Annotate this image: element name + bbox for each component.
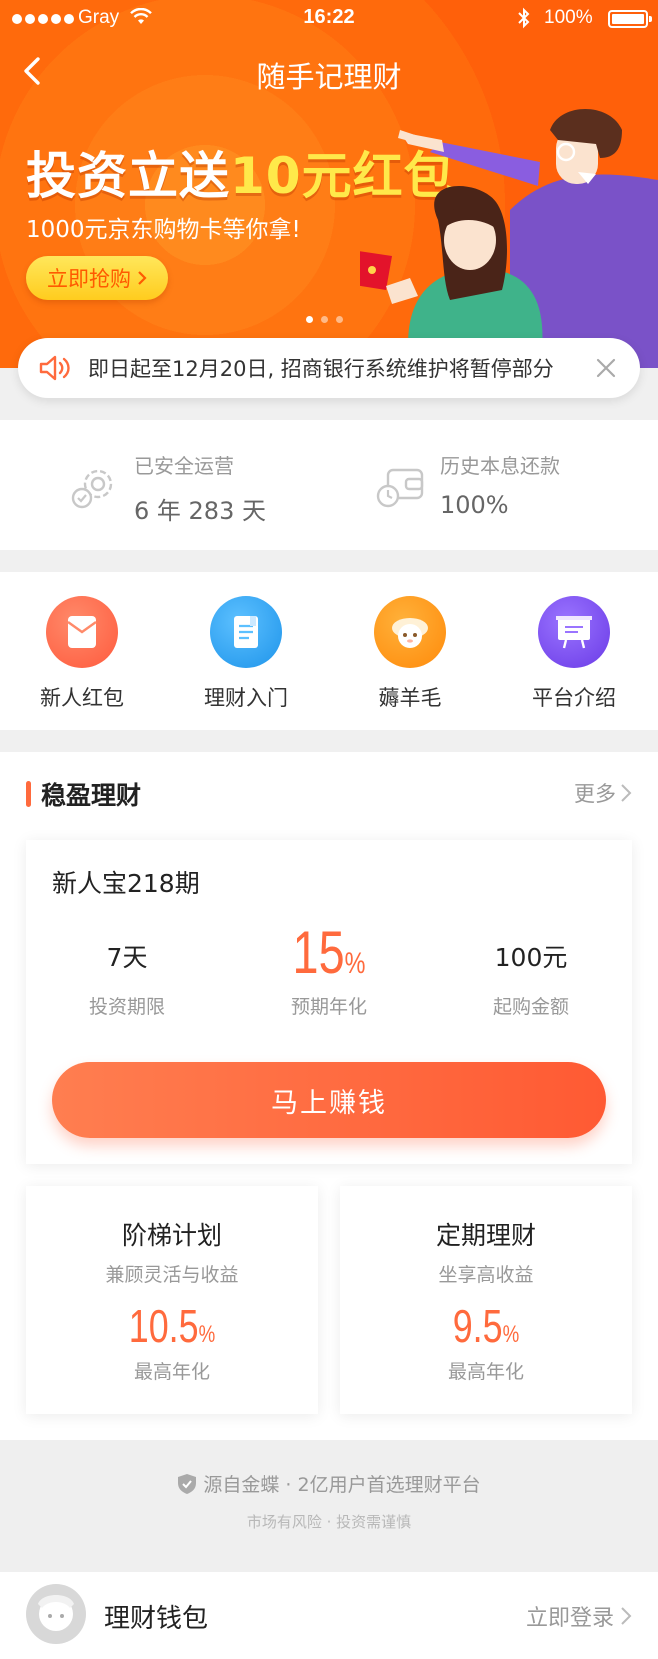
chevron-right-icon: [621, 1607, 632, 1625]
stat-value: 6 年 283 天: [134, 497, 266, 525]
sheep-icon: [374, 596, 446, 668]
origin-line: 源自金蝶 · 2亿用户首选理财平台: [0, 1470, 658, 1497]
status-bar: Gray 16:22 100%: [0, 0, 658, 36]
risk-disclaimer: 市场有风险 · 投资需谨慎: [246, 1513, 412, 1531]
product-subtitle: 兼顾灵活与收益: [105, 1264, 239, 1286]
entry-finance-intro[interactable]: 理财入门: [164, 596, 328, 712]
min-amount-label: 起购金额: [492, 996, 569, 1018]
product-title: 阶梯计划: [121, 1221, 222, 1250]
stat-value: 100%: [440, 491, 509, 519]
wallet-bar[interactable]: 理财钱包 立即登录: [0, 1572, 658, 1659]
carousel-dot[interactable]: [336, 316, 343, 323]
product-rate: 10.5%: [58, 1301, 286, 1351]
rate-column: 15% 预期年化: [228, 920, 430, 1019]
promo-headline-text: 投资立送: [26, 147, 230, 205]
earn-now-button[interactable]: 马上赚钱: [52, 1062, 606, 1138]
origin-text: 源自金蝶 · 2亿用户首选理财平台: [203, 1474, 481, 1496]
min-amount-column: 100元 起购金额: [430, 920, 632, 1019]
stat-repayment: 历史本息还款 100%: [376, 450, 560, 519]
notice-bar[interactable]: 即日起至12月20日, 招商银行系统维护将暂停部分: [18, 338, 640, 398]
red-envelope-icon: [46, 596, 118, 668]
page-title: 随手记理财: [256, 60, 402, 94]
rate-label: 预期年化: [290, 996, 367, 1018]
product-subtitle: 坐享高收益: [438, 1264, 534, 1286]
more-link[interactable]: 更多: [574, 778, 632, 808]
rate-number: 10.5: [128, 1300, 199, 1352]
document-icon: [210, 596, 282, 668]
product-title: 定期理财: [435, 1221, 536, 1250]
product-rate-label: 最高年化: [133, 1361, 210, 1383]
footer-info: 源自金蝶 · 2亿用户首选理财平台 市场有风险 · 投资需谨慎: [0, 1440, 658, 1572]
term-label: 投资期限: [88, 996, 165, 1018]
rate-number: 9.5: [452, 1300, 503, 1352]
shield-check-icon: [178, 1473, 197, 1494]
promo-subtitle: 1000元京东购物卡等你拿!: [26, 217, 301, 243]
presentation-board-icon: [538, 596, 610, 668]
banner-illustration: [360, 109, 658, 368]
stat-label: 已安全运营: [134, 454, 234, 478]
battery-percent: 100%: [544, 7, 593, 28]
entry-label: 薅羊毛: [378, 686, 442, 710]
notice-text: 即日起至12月20日, 招商银行系统维护将暂停部分: [88, 357, 554, 381]
rate-unit: %: [344, 947, 366, 980]
battery-icon: [608, 10, 652, 28]
term-column: 7天 投资期限: [26, 920, 228, 1019]
wenying-section: 稳盈理财 更多 新人宝218期 7天 投资期限 15% 预期年化 100元 起购…: [0, 752, 658, 1440]
entry-label: 新人红包: [40, 686, 124, 710]
rate-unit: %: [198, 1321, 216, 1348]
entry-label: 平台介绍: [532, 686, 616, 710]
speaker-icon: [39, 355, 70, 381]
product-rate-label: 最高年化: [447, 1361, 524, 1383]
hero-banner[interactable]: Gray 16:22 100% 随手记理财 投资立送10元红包 1000元京东购…: [0, 0, 658, 368]
close-icon[interactable]: [594, 356, 618, 380]
entry-platform-intro[interactable]: 平台介绍: [492, 596, 656, 712]
wallet-title: 理财钱包: [104, 1604, 209, 1634]
carousel-dot[interactable]: [306, 316, 313, 323]
quick-entries: 新人红包 理财入门 薅羊毛 平台介绍: [0, 572, 658, 730]
buy-now-label: 立即抢购: [47, 267, 131, 291]
section-title: 稳盈理财: [41, 781, 142, 810]
carousel-dot[interactable]: [321, 316, 328, 323]
product-card-fixed[interactable]: 定期理财 坐享高收益 9.5% 最高年化: [340, 1186, 632, 1414]
login-label: 立即登录: [525, 1606, 614, 1631]
platform-stats: 已安全运营 6 年 283 天 历史本息还款 100%: [0, 420, 658, 550]
more-label: 更多: [574, 782, 616, 806]
section-header: 稳盈理财: [26, 776, 141, 812]
term-value: 7天: [106, 943, 148, 972]
entry-newbie-redpacket[interactable]: 新人红包: [0, 596, 164, 712]
wallet-clock-icon: [376, 468, 424, 508]
rate-value: 15%: [250, 920, 408, 986]
rate-unit: %: [502, 1321, 520, 1348]
chevron-right-icon: [138, 271, 147, 285]
rate-number: 15: [292, 919, 345, 986]
featured-product-card[interactable]: 新人宝218期 7天 投资期限 15% 预期年化 100元 起购金额 马上赚钱: [26, 840, 632, 1164]
buy-now-button[interactable]: 立即抢购: [26, 256, 168, 300]
product-name: 新人宝218期: [52, 869, 200, 898]
login-link[interactable]: 立即登录: [526, 1600, 632, 1632]
stat-operating: 已安全运营 6 年 283 天: [70, 450, 266, 526]
chevron-right-icon: [621, 784, 632, 802]
gear-shield-icon: [71, 469, 113, 509]
page: Gray 16:22 100% 随手记理财 投资立送10元红包 1000元京东购…: [0, 0, 658, 1659]
bluetooth-icon: [518, 7, 530, 29]
section-accent-bar: [26, 781, 31, 807]
avatar[interactable]: [26, 1584, 86, 1644]
product-rate: 9.5%: [372, 1301, 600, 1351]
entry-bargain[interactable]: 薅羊毛: [328, 596, 492, 712]
carousel-indicator[interactable]: [306, 316, 343, 323]
min-amount-value: 100元: [494, 943, 568, 972]
product-card-ladder[interactable]: 阶梯计划 兼顾灵活与收益 10.5% 最高年化: [26, 1186, 318, 1414]
stat-label: 历史本息还款: [440, 454, 560, 478]
entry-label: 理财入门: [204, 686, 288, 710]
